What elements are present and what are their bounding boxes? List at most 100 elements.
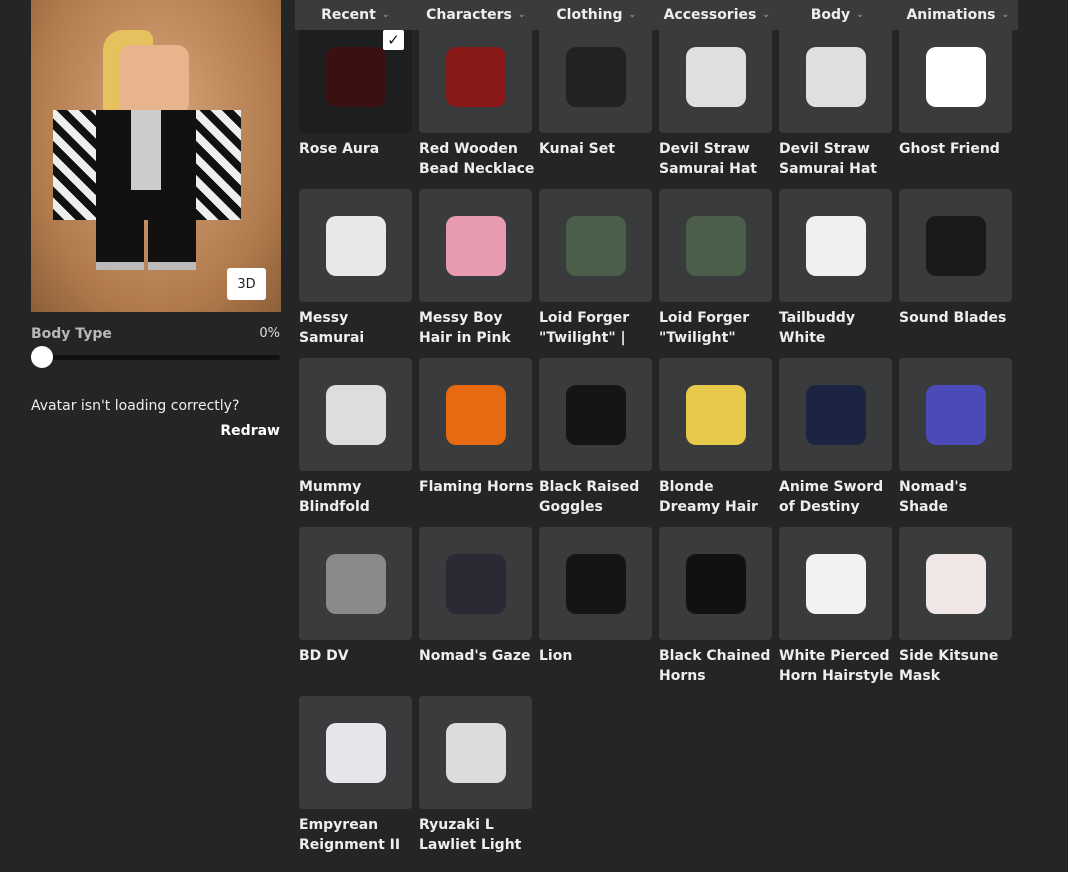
- tab-animations[interactable]: Animations ⌄: [898, 0, 1019, 30]
- item-name: Black Chained Horns: [659, 648, 771, 684]
- item-card[interactable]: Side Kitsune Mask: [899, 527, 1012, 696]
- item-thumbnail[interactable]: [299, 358, 412, 471]
- item-image: [325, 722, 386, 783]
- item-name: BD DV: [299, 648, 349, 664]
- slider-knob[interactable]: [31, 346, 53, 368]
- avatar-head: [119, 45, 189, 115]
- item-image: [325, 384, 386, 445]
- item-card[interactable]: Ryuzaki L Lawliet Light: [419, 696, 532, 865]
- item-thumbnail[interactable]: [299, 189, 412, 302]
- item-name: Messy Boy Hair in Pink: [419, 310, 511, 346]
- item-image: [325, 215, 386, 276]
- item-card[interactable]: Kunai Set: [539, 20, 652, 189]
- item-name: Messy Samurai Ponytail in: [299, 310, 365, 346]
- item-thumbnail[interactable]: [779, 20, 892, 133]
- item-thumbnail[interactable]: ✓: [299, 20, 412, 133]
- item-card[interactable]: Sound Blades: [899, 189, 1012, 358]
- item-thumbnail[interactable]: [539, 527, 652, 640]
- item-thumbnail[interactable]: [899, 527, 1012, 640]
- item-thumbnail[interactable]: [899, 20, 1012, 133]
- tab-label: Characters: [426, 7, 512, 23]
- item-thumbnail[interactable]: [659, 527, 772, 640]
- item-card[interactable]: Black Raised Goggles: [539, 358, 652, 527]
- item-image: [565, 553, 626, 614]
- item-card[interactable]: ✓ Rose Aura: [299, 20, 412, 189]
- item-thumbnail[interactable]: [659, 189, 772, 302]
- tab-clothing[interactable]: Clothing ⌄: [536, 0, 657, 30]
- item-image: [925, 46, 986, 107]
- item-thumbnail[interactable]: [419, 358, 532, 471]
- item-name: Red Wooden Bead Necklace: [419, 141, 535, 177]
- item-thumbnail[interactable]: [419, 20, 532, 133]
- avatar-preview[interactable]: [31, 0, 281, 312]
- item-name: Nomad's Shade: [899, 479, 968, 515]
- item-name: Ghost Friend: [899, 141, 1000, 157]
- item-thumbnail[interactable]: [299, 527, 412, 640]
- item-card[interactable]: Blonde Dreamy Hair: [659, 358, 772, 527]
- avatar-right-leg: [148, 220, 196, 270]
- item-card[interactable]: Devil Straw Samurai Hat: [659, 20, 772, 189]
- item-thumbnail[interactable]: [899, 358, 1012, 471]
- item-image: [325, 553, 386, 614]
- item-image: [325, 46, 386, 107]
- tab-body[interactable]: Body ⌄: [777, 0, 898, 30]
- item-name: Loid Forger "Twilight": [659, 310, 750, 346]
- item-thumbnail[interactable]: [299, 696, 412, 809]
- item-card[interactable]: Mummy Blindfold: [299, 358, 412, 527]
- tab-label: Accessories: [663, 7, 757, 23]
- item-card[interactable]: Loid Forger "Twilight" |: [539, 189, 652, 358]
- item-thumbnail[interactable]: [779, 358, 892, 471]
- item-grid: ✓ Rose Aura Red Wooden Bead Necklace Kunai …: [299, 20, 1012, 865]
- tab-recent[interactable]: Recent ⌄: [295, 0, 416, 30]
- item-thumbnail[interactable]: [419, 696, 532, 809]
- item-name: Lion: [539, 648, 573, 664]
- item-image: [805, 553, 866, 614]
- item-card[interactable]: Nomad's Gaze: [419, 527, 532, 696]
- redraw-link[interactable]: Redraw: [180, 423, 280, 439]
- item-thumbnail[interactable]: [539, 20, 652, 133]
- chevron-down-icon: ⌄: [381, 10, 390, 20]
- item-thumbnail[interactable]: [419, 527, 532, 640]
- item-image: [445, 722, 506, 783]
- item-thumbnail[interactable]: [539, 358, 652, 471]
- body-type-value: 0%: [259, 326, 280, 341]
- item-thumbnail[interactable]: [539, 189, 652, 302]
- item-thumbnail[interactable]: [899, 189, 1012, 302]
- item-name: Tailbuddy White: [779, 310, 855, 346]
- body-type-slider[interactable]: [31, 346, 280, 368]
- avatar-left-leg: [96, 220, 144, 270]
- item-card[interactable]: Anime Sword of Destiny: [779, 358, 892, 527]
- item-image: [445, 46, 506, 107]
- item-name: Side Kitsune Mask: [899, 648, 999, 684]
- item-card[interactable]: Red Wooden Bead Necklace: [419, 20, 534, 189]
- chevron-down-icon: ⌄: [517, 10, 526, 20]
- tab-characters[interactable]: Characters ⌄: [416, 0, 537, 30]
- item-image: [445, 215, 506, 276]
- item-thumbnail[interactable]: [779, 527, 892, 640]
- item-card[interactable]: Nomad's Shade: [899, 358, 1012, 527]
- item-thumbnail[interactable]: [419, 189, 532, 302]
- item-image: [565, 46, 626, 107]
- item-card[interactable]: Lion: [539, 527, 652, 696]
- item-card[interactable]: Flaming Horns: [419, 358, 534, 527]
- item-thumbnail[interactable]: [659, 358, 772, 471]
- item-card[interactable]: Loid Forger "Twilight": [659, 189, 772, 358]
- item-card[interactable]: Black Chained Horns: [659, 527, 772, 696]
- item-name: Ryuzaki L Lawliet Light: [419, 817, 522, 853]
- toggle-3d-button[interactable]: 3D: [227, 268, 266, 300]
- item-card[interactable]: Messy Boy Hair in Pink: [419, 189, 532, 358]
- tab-label: Clothing: [556, 7, 623, 23]
- item-thumbnail[interactable]: [659, 20, 772, 133]
- item-card[interactable]: White Pierced Horn Hairstyle: [779, 527, 893, 696]
- item-card[interactable]: Devil Straw Samurai Hat: [779, 20, 892, 189]
- item-card[interactable]: Empyrean Reignment II: [299, 696, 412, 865]
- tab-accessories[interactable]: Accessories ⌄: [657, 0, 778, 30]
- category-nav: Recent ⌄ Characters ⌄ Clothing ⌄ Accessories ⌄ B…: [295, 0, 1018, 30]
- tab-label: Animations: [906, 7, 996, 23]
- item-card[interactable]: Messy Samurai Ponytail in: [299, 189, 412, 358]
- item-card[interactable]: Ghost Friend: [899, 20, 1012, 189]
- item-card[interactable]: Tailbuddy White: [779, 189, 892, 358]
- item-thumbnail[interactable]: [779, 189, 892, 302]
- item-card[interactable]: BD DV: [299, 527, 412, 696]
- item-name: Rose Aura: [299, 141, 380, 157]
